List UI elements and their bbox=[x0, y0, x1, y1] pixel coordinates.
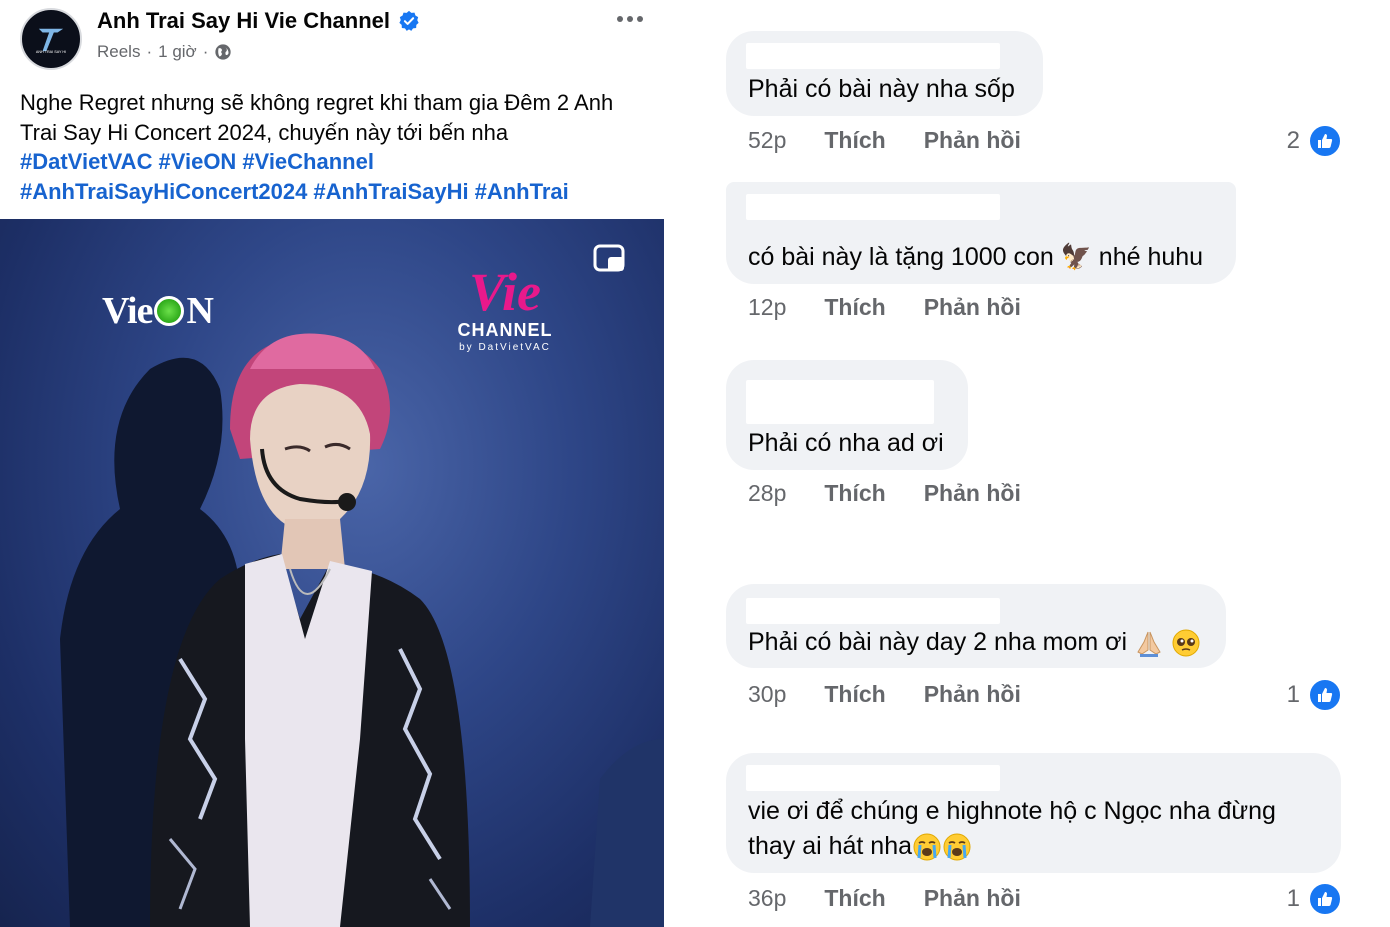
reaction-count[interactable]: 2 bbox=[1287, 124, 1342, 158]
like-button[interactable]: Thích bbox=[824, 294, 885, 321]
comment-bubble: có bài này là tặng 1000 con 🦅 nhé huhu bbox=[726, 182, 1236, 284]
hashtag-link[interactable]: #AnhTraiSayHiConcert2024 bbox=[20, 179, 307, 204]
comment-bubble: Phải có nha ad ơi bbox=[726, 360, 968, 470]
hashtag-link[interactable]: #AnhTraiSayHi bbox=[313, 179, 468, 204]
comment-text: có bài này là tặng 1000 con 🦅 nhé huhu bbox=[748, 240, 1203, 275]
comment-text-content: Phải có bài này day 2 nha mom ơi bbox=[748, 628, 1128, 656]
reaction-number: 1 bbox=[1286, 885, 1300, 912]
reply-button[interactable]: Phản hồi bbox=[924, 480, 1021, 507]
vie-channel-logo-sub: CHANNEL bbox=[457, 320, 553, 340]
post-type[interactable]: Reels bbox=[97, 42, 140, 62]
vieon-dot-icon bbox=[154, 296, 185, 326]
post-hashtags: #DatVietVAC #VieON #VieChannel #AnhTraiSay… bbox=[20, 147, 660, 206]
comment-time[interactable]: 36p bbox=[748, 885, 786, 912]
avatar-text: ANH TRAI SAY HI bbox=[36, 50, 66, 54]
verified-badge-icon bbox=[399, 10, 419, 31]
page-name-text[interactable]: Anh Trai Say Hi Vie Channel bbox=[97, 8, 390, 34]
like-button[interactable]: Thích bbox=[824, 127, 885, 154]
like-button[interactable]: Thích bbox=[824, 681, 885, 708]
comment-actions: 52p Thích Phản hồi bbox=[748, 127, 1021, 154]
hashtag-link[interactable]: #VieON bbox=[158, 149, 236, 174]
vie-channel-logo: Vie CHANNEL by DatVietVAC bbox=[455, 264, 555, 356]
reply-button[interactable]: Phản hồi bbox=[924, 294, 1021, 321]
comment-time[interactable]: 52p bbox=[748, 127, 786, 154]
comment-time[interactable]: 12p bbox=[748, 294, 786, 321]
commenter-name-redacted[interactable] bbox=[746, 380, 934, 424]
more-options-button[interactable] bbox=[612, 6, 648, 32]
video-frame-image bbox=[60, 333, 664, 927]
pleading-face-emoji-icon bbox=[1172, 629, 1200, 657]
facebook-post: ANH TRAI SAY HI Anh Trai Say Hi Vie Chan… bbox=[0, 0, 664, 927]
meta-separator: · bbox=[202, 42, 209, 61]
comment-text: Phải có bài này nha sốp bbox=[748, 75, 1015, 103]
commenter-name-redacted[interactable] bbox=[746, 765, 1000, 791]
thumbs-up-icon bbox=[1308, 124, 1342, 158]
comment-text: vie ơi để chúng e highnote hộ c Ngọc nha… bbox=[748, 794, 1276, 864]
vie-channel-logo-main: Vie bbox=[468, 262, 541, 322]
folded-hands-emoji-icon bbox=[1137, 632, 1161, 658]
comment-actions: 12p Thích Phản hồi bbox=[748, 294, 1021, 321]
reaction-number: 2 bbox=[1286, 127, 1300, 154]
commenter-name-redacted[interactable] bbox=[746, 194, 1000, 220]
globe-icon bbox=[215, 44, 232, 60]
reply-button[interactable]: Phản hồi bbox=[924, 681, 1021, 708]
vieon-logo-text: Vie bbox=[102, 290, 153, 332]
comment-bubble: vie ơi để chúng e highnote hộ c Ngọc nha… bbox=[726, 753, 1341, 873]
comment-text: Phải có bài này day 2 nha mom ơi bbox=[748, 625, 1201, 660]
comment-text-content: có bài này là tặng 1000 con 🦅 nhé huhu bbox=[748, 243, 1204, 271]
comment-time[interactable]: 30p bbox=[748, 681, 786, 708]
reaction-count[interactable]: 1 bbox=[1287, 882, 1342, 916]
reply-button[interactable]: Phản hồi bbox=[924, 885, 1021, 912]
post-caption: Nghe Regret nhưng sẽ không regret khi th… bbox=[20, 90, 614, 145]
reaction-number: 1 bbox=[1286, 681, 1300, 708]
post-meta: Reels · 1 giờ · bbox=[97, 42, 232, 62]
picture-in-picture-icon[interactable] bbox=[592, 243, 628, 275]
like-button[interactable]: Thích bbox=[824, 885, 885, 912]
post-time[interactable]: 1 giờ bbox=[158, 42, 197, 62]
thumbs-up-icon bbox=[1308, 678, 1342, 712]
crying-face-emoji-icon bbox=[913, 833, 941, 861]
dot-icon bbox=[617, 16, 623, 22]
dot-icon bbox=[637, 16, 643, 22]
comment-bubble: Phải có bài này nha sốp bbox=[726, 31, 1043, 116]
vieon-logo: Vie N bbox=[102, 289, 214, 333]
comment-bubble: Phải có bài này day 2 nha mom ơi bbox=[726, 584, 1226, 668]
vieon-logo-text-end: N bbox=[186, 290, 213, 332]
comment-text: Phải có nha ad ơi bbox=[748, 429, 944, 457]
hashtag-link[interactable]: #VieChannel bbox=[242, 149, 374, 174]
reaction-count[interactable]: 1 bbox=[1287, 678, 1342, 712]
dot-icon bbox=[627, 16, 633, 22]
page-avatar[interactable]: ANH TRAI SAY HI bbox=[20, 8, 82, 70]
page-name[interactable]: Anh Trai Say Hi Vie Channel bbox=[97, 8, 420, 34]
reel-video[interactable]: Vie N Vie CHANNEL by DatVietVAC bbox=[0, 219, 664, 927]
comment-actions: 36p Thích Phản hồi bbox=[748, 885, 1021, 912]
commenter-name-redacted[interactable] bbox=[746, 598, 1000, 624]
hashtag-link[interactable]: #DatVietVAC bbox=[20, 149, 152, 174]
reply-button[interactable]: Phản hồi bbox=[924, 127, 1021, 154]
comment-actions: 30p Thích Phản hồi bbox=[748, 681, 1021, 708]
vie-channel-logo-by: by DatVietVAC bbox=[459, 342, 551, 353]
comment-time[interactable]: 28p bbox=[748, 480, 786, 507]
thumbs-up-icon bbox=[1308, 882, 1342, 916]
commenter-name-redacted[interactable] bbox=[746, 43, 1000, 69]
comments-section: Phải có bài này nha sốp 52p Thích Phản h… bbox=[664, 0, 1390, 927]
like-button[interactable]: Thích bbox=[824, 480, 885, 507]
meta-separator: · bbox=[146, 42, 153, 61]
crying-face-emoji-icon bbox=[943, 833, 971, 861]
comment-actions: 28p Thích Phản hồi bbox=[748, 480, 1021, 507]
comment-text-line1: vie ơi để chúng e highnote hộ c Ngọc nha… bbox=[748, 797, 1276, 825]
comment-text-line2: thay ai hát nha bbox=[748, 832, 913, 860]
hashtag-link[interactable]: #AnhTrai bbox=[475, 179, 569, 204]
